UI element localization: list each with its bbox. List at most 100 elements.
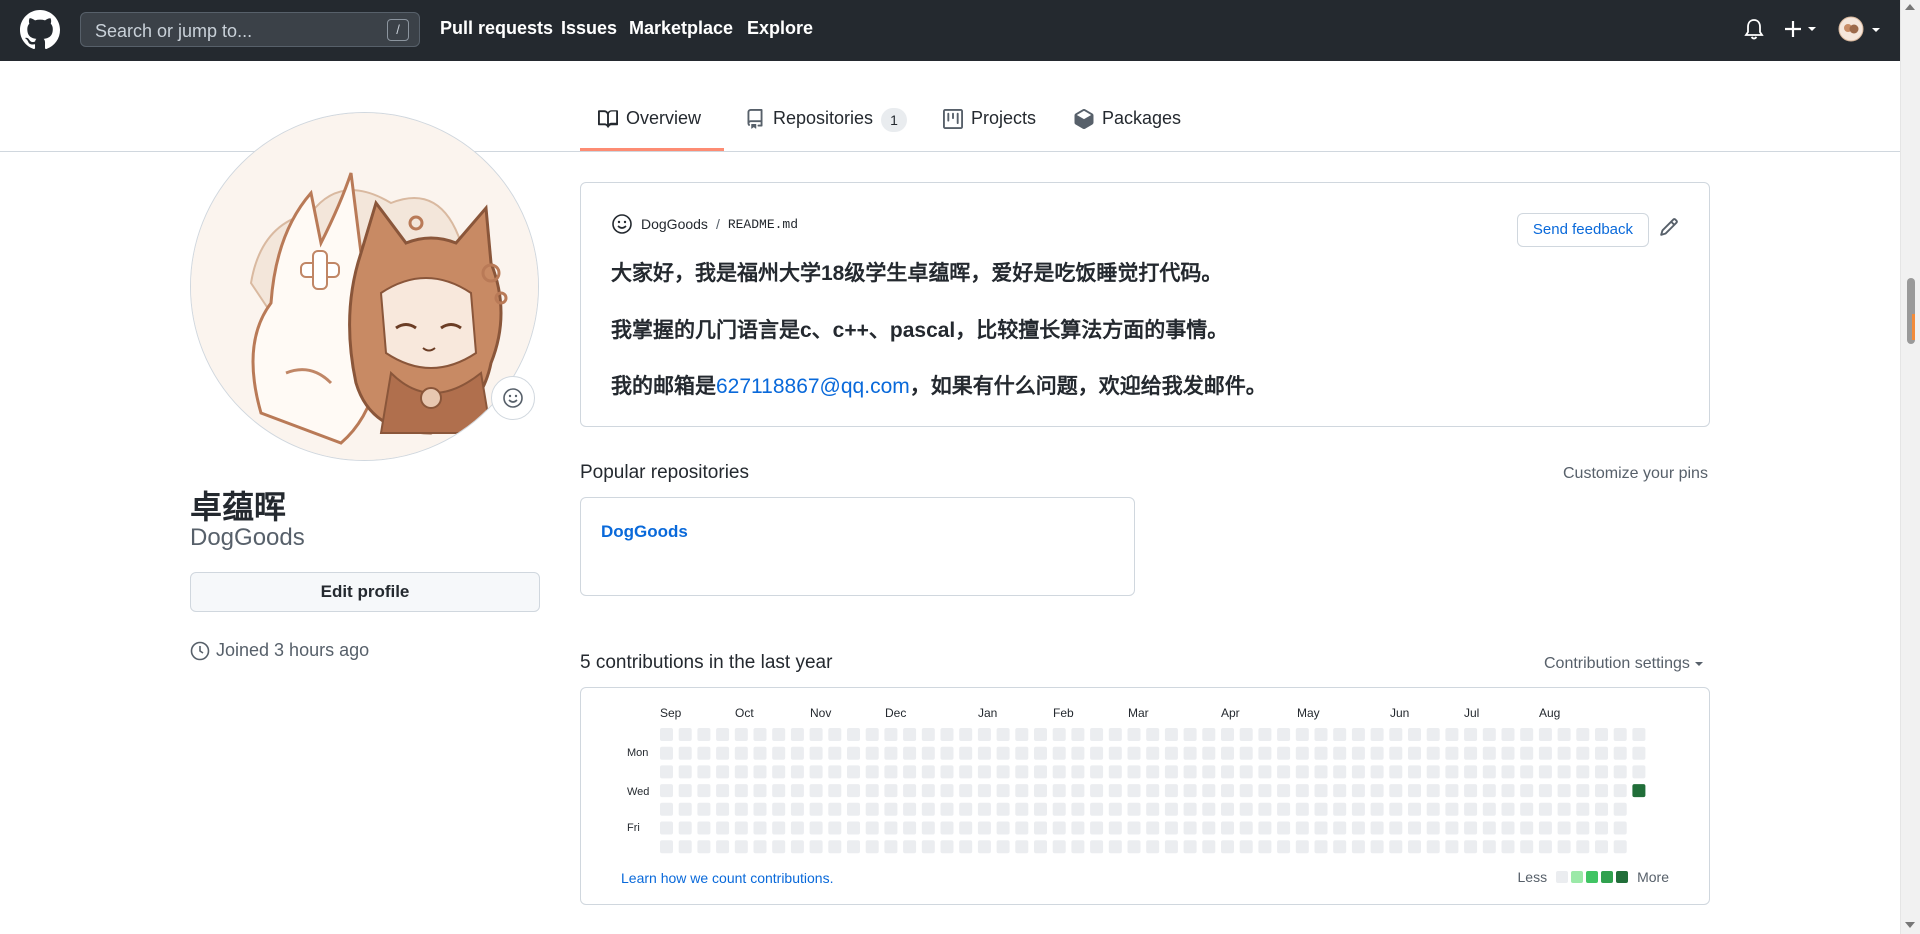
contribution-day-cell[interactable] [1108, 784, 1122, 798]
contribution-day-cell[interactable] [828, 802, 842, 816]
contribution-day-cell[interactable] [790, 802, 804, 816]
contribution-day-cell[interactable] [996, 784, 1010, 798]
contribution-day-cell[interactable] [1127, 746, 1141, 760]
contribution-day-cell[interactable] [1146, 821, 1160, 835]
contribution-day-cell[interactable] [996, 728, 1010, 741]
contribution-day-cell[interactable] [1314, 765, 1328, 779]
contribution-day-cell[interactable] [1258, 728, 1272, 741]
contribution-day-cell[interactable] [847, 765, 860, 779]
tab-repositories[interactable]: Repositories 1 [745, 108, 908, 151]
contribution-day-cell[interactable] [1482, 746, 1496, 760]
contribution-day-cell[interactable] [1183, 765, 1197, 779]
contribution-day-cell[interactable] [959, 746, 973, 760]
contribution-day-cell[interactable] [1426, 728, 1440, 741]
contribution-day-cell[interactable] [884, 765, 898, 779]
contribution-day-cell[interactable] [1408, 784, 1421, 798]
contribution-day-cell[interactable] [1258, 802, 1272, 816]
contribution-day-cell[interactable] [1595, 802, 1608, 816]
contribution-day-cell[interactable] [1613, 765, 1627, 779]
contribution-day-cell[interactable] [1277, 802, 1291, 816]
contribution-day-cell[interactable] [1464, 784, 1478, 798]
contribution-day-cell[interactable] [660, 765, 673, 779]
contribution-day-cell[interactable] [1034, 840, 1047, 854]
contribution-day-cell[interactable] [1520, 802, 1534, 816]
contribution-day-cell[interactable] [1071, 840, 1085, 854]
readme-owner-link[interactable]: DogGoods [641, 216, 708, 232]
profile-avatar[interactable] [190, 112, 539, 461]
set-status-button[interactable] [491, 376, 535, 420]
contribution-day-cell[interactable] [1202, 746, 1216, 760]
contribution-day-cell[interactable] [940, 728, 954, 741]
contribution-day-cell[interactable] [1090, 821, 1104, 835]
contribution-day-cell[interactable] [1520, 840, 1534, 854]
email-link[interactable]: 627118867@qq.com [716, 375, 910, 398]
contribution-day-cell[interactable] [1408, 746, 1421, 760]
contribution-day-cell[interactable] [1613, 728, 1627, 741]
contribution-day-cell[interactable] [1071, 746, 1085, 760]
contribution-day-cell[interactable] [1501, 746, 1515, 760]
contribution-day-cell[interactable] [903, 746, 917, 760]
contribution-day-cell[interactable] [1314, 746, 1328, 760]
contribution-day-cell[interactable] [660, 728, 673, 741]
contribution-day-cell[interactable] [1127, 821, 1141, 835]
contribution-day-cell[interactable] [1482, 765, 1496, 779]
contribution-day-cell[interactable] [1090, 802, 1104, 816]
contribution-day-cell[interactable] [1445, 840, 1459, 854]
contribution-day-cell[interactable] [921, 840, 935, 854]
contribution-day-cell[interactable] [1389, 746, 1403, 760]
github-logo-icon[interactable] [20, 10, 60, 50]
contribution-day-cell[interactable] [1538, 728, 1552, 741]
contribution-day-cell[interactable] [1595, 840, 1608, 854]
contribution-day-cell[interactable] [903, 784, 917, 798]
contribution-day-cell[interactable] [1202, 821, 1216, 835]
contribution-day-cell[interactable] [1482, 840, 1496, 854]
nav-marketplace[interactable]: Marketplace [629, 18, 733, 39]
contribution-day-cell[interactable] [921, 765, 935, 779]
nav-explore[interactable]: Explore [747, 18, 813, 39]
contribution-day-cell[interactable] [921, 728, 935, 741]
contribution-day-cell[interactable] [1034, 821, 1047, 835]
contribution-day-cell[interactable] [1277, 765, 1291, 779]
contribution-day-cell[interactable] [1445, 765, 1459, 779]
contribution-day-cell[interactable] [865, 746, 879, 760]
contribution-day-cell[interactable] [1052, 821, 1066, 835]
contribution-day-cell[interactable] [716, 784, 730, 798]
tab-overview[interactable]: Overview [580, 108, 724, 151]
contribution-day-cell[interactable] [1164, 802, 1178, 816]
contribution-day-cell[interactable] [1595, 821, 1608, 835]
contribution-day-cell[interactable] [1090, 746, 1104, 760]
contribution-day-cell[interactable] [903, 802, 917, 816]
contribution-day-cell[interactable] [1557, 840, 1571, 854]
contribution-day-cell[interactable] [1370, 840, 1384, 854]
contribution-day-cell[interactable] [1183, 728, 1197, 741]
contribution-day-cell[interactable] [1445, 821, 1459, 835]
contribution-day-cell[interactable] [940, 784, 954, 798]
contribution-day-cell[interactable] [660, 802, 673, 816]
contribution-day-cell[interactable] [1632, 728, 1646, 741]
contribution-day-cell[interactable] [1034, 728, 1047, 741]
contribution-day-cell[interactable] [1108, 728, 1122, 741]
contribution-day-cell[interactable] [921, 746, 935, 760]
nav-issues[interactable]: Issues [561, 18, 617, 39]
nav-pull-requests[interactable]: Pull requests [440, 18, 553, 39]
contribution-day-cell[interactable] [1613, 840, 1627, 854]
contribution-day-cell[interactable] [1408, 728, 1421, 741]
contribution-day-cell[interactable] [1464, 802, 1478, 816]
contribution-day-cell[interactable] [1295, 746, 1309, 760]
contribution-day-cell[interactable] [1015, 746, 1029, 760]
contribution-day-cell[interactable] [977, 746, 991, 760]
contribution-day-cell[interactable] [1464, 821, 1478, 835]
contribution-day-cell[interactable] [1052, 802, 1066, 816]
scroll-down-arrow-icon[interactable] [1905, 922, 1915, 928]
contribution-day-cell[interactable] [678, 821, 692, 835]
contribution-day-cell[interactable] [828, 728, 842, 741]
contribution-day-cell[interactable] [772, 746, 786, 760]
contribution-day-cell[interactable] [1090, 728, 1104, 741]
contribution-day-cell[interactable] [959, 765, 973, 779]
contribution-day-cell[interactable] [1426, 746, 1440, 760]
contribution-day-cell[interactable] [1426, 840, 1440, 854]
contribution-day-cell[interactable] [1071, 765, 1085, 779]
contribution-day-cell[interactable] [1202, 784, 1216, 798]
contribution-day-cell[interactable] [1370, 765, 1384, 779]
contribution-day-cell[interactable] [1613, 746, 1627, 760]
